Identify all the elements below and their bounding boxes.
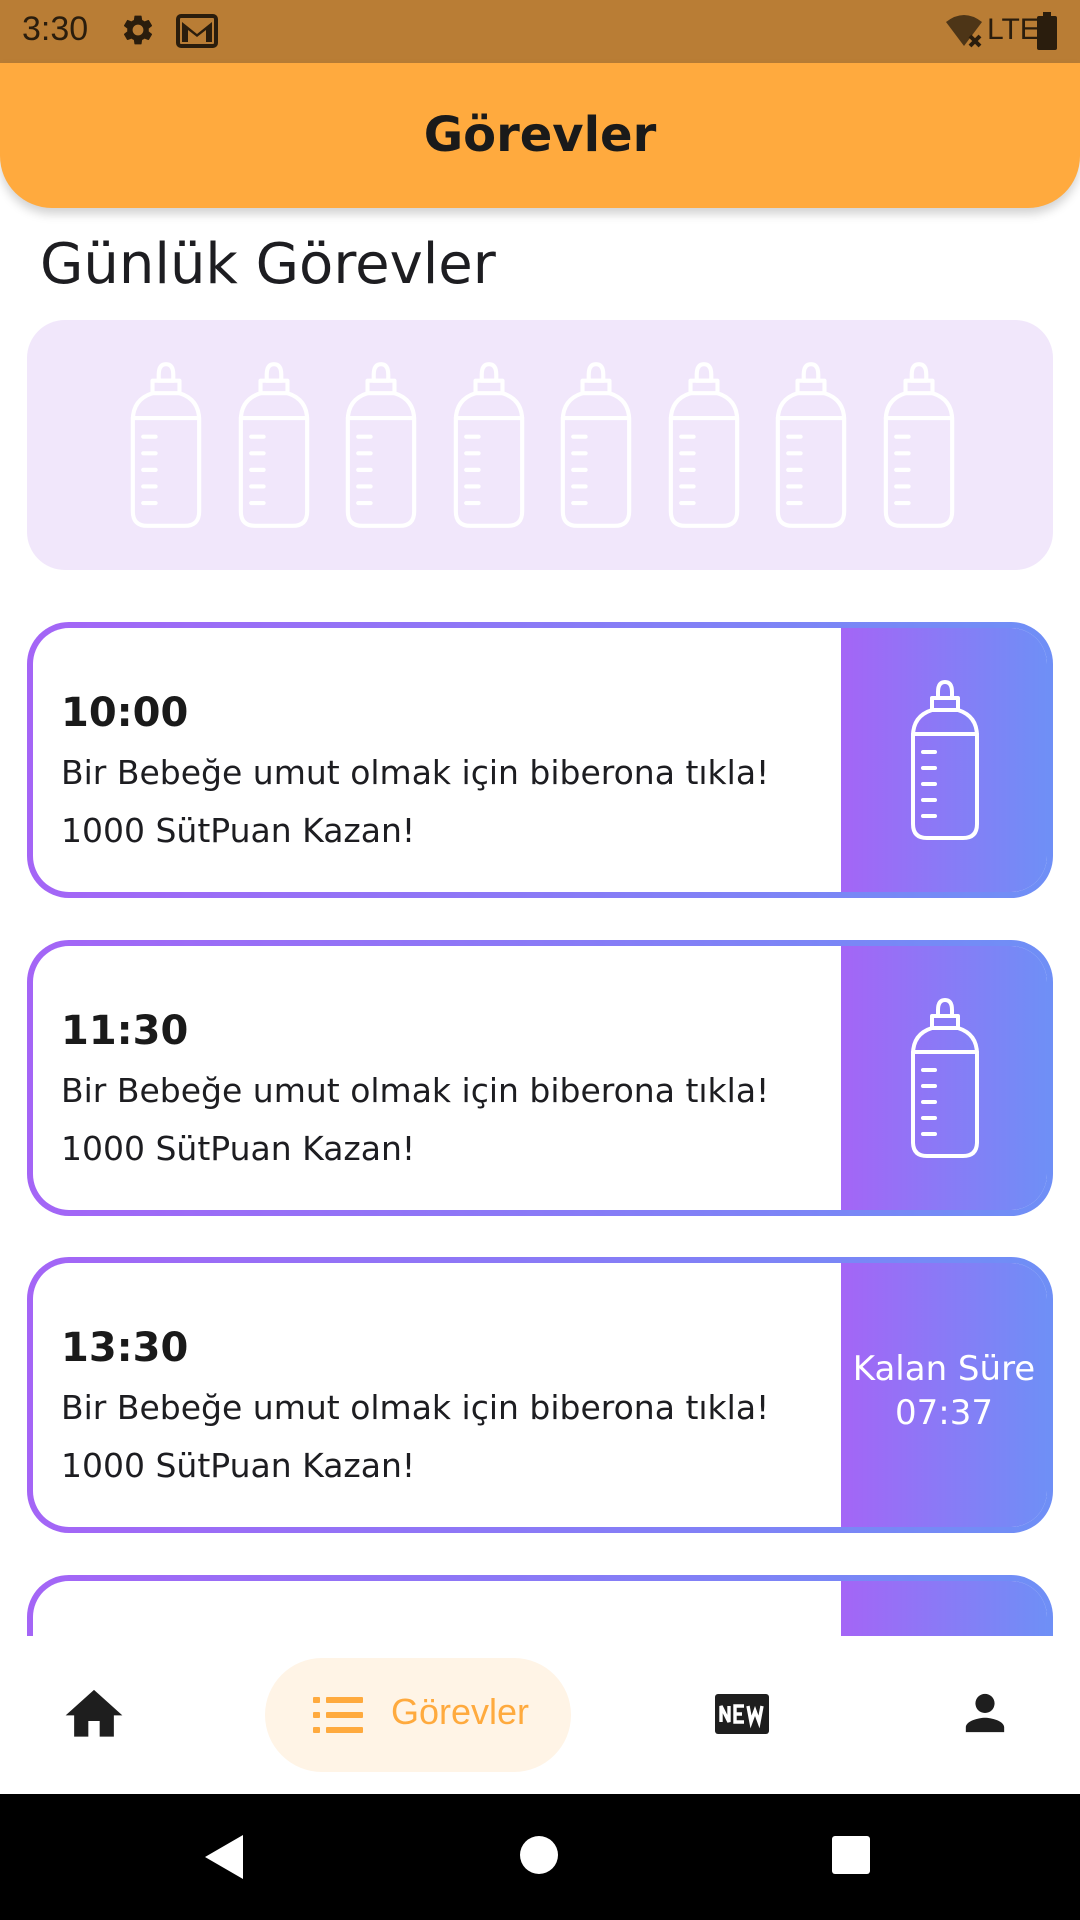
battery-icon — [1037, 12, 1057, 50]
task-time: 10:00 — [61, 690, 189, 736]
status-bar: 3:30 LTE — [0, 0, 1080, 63]
system-navigation-bar — [0, 1794, 1080, 1920]
daily-progress-bottles — [27, 320, 1053, 570]
bottle-action-button[interactable] — [841, 628, 1047, 892]
wifi-off-icon — [946, 15, 982, 48]
progress-bottle-icon — [130, 362, 202, 528]
nav-new[interactable] — [712, 1636, 772, 1794]
nav-profile[interactable] — [958, 1636, 1014, 1794]
task-description: Bir Bebeğe umut olmak için biberona tıkl… — [61, 1071, 770, 1110]
task-time: 11:30 — [61, 1008, 189, 1054]
countdown-label: Kalan Süre — [852, 1349, 1036, 1389]
bottom-navigation: Görevler — [0, 1636, 1080, 1794]
status-time: 3:30 — [22, 10, 89, 48]
system-recents-button[interactable] — [828, 1794, 874, 1920]
home-circle-icon — [520, 1836, 558, 1874]
back-icon — [205, 1835, 243, 1879]
progress-bottle-icon — [453, 362, 524, 528]
task-reward: 1000 SütPuan Kazan! — [61, 1446, 416, 1485]
task-card[interactable]: 10:00 Bir Bebeğe umut olmak için biberon… — [27, 622, 1053, 898]
new-badge-icon — [715, 1694, 769, 1734]
nav-home[interactable] — [55, 1636, 135, 1794]
baby-bottle-icon — [911, 998, 979, 1158]
bottle-action-button[interactable] — [841, 946, 1047, 1210]
network-indicator: LTE — [987, 13, 1040, 46]
progress-bottle-icon — [775, 362, 847, 528]
countdown-value: 07:37 — [895, 1393, 993, 1433]
home-icon — [65, 1689, 123, 1737]
mail-icon — [176, 14, 218, 48]
section-title: Günlük Görevler — [40, 232, 496, 297]
countdown-panel: Kalan Süre 07:37 — [841, 1263, 1047, 1527]
progress-bottle-icon — [883, 362, 954, 528]
task-card[interactable]: 13:30 Bir Bebeğe umut olmak için biberon… — [27, 1257, 1053, 1533]
task-description: Bir Bebeğe umut olmak için biberona tıkl… — [61, 1388, 770, 1427]
progress-bottle-icon — [345, 362, 417, 528]
list-icon — [313, 1697, 363, 1733]
task-time: 13:30 — [61, 1325, 189, 1371]
page-title: Görevler — [423, 107, 657, 163]
progress-bottle-icon — [560, 362, 632, 528]
app-bar: Görevler — [0, 63, 1080, 208]
nav-tasks-label: Görevler — [391, 1691, 530, 1732]
gear-icon — [123, 15, 153, 45]
progress-bottle-icon — [238, 362, 309, 528]
task-description: Bir Bebeğe umut olmak için biberona tıkl… — [61, 753, 770, 792]
task-card[interactable]: 11:30 Bir Bebeğe umut olmak için biberon… — [27, 940, 1053, 1216]
system-back-button[interactable] — [200, 1794, 250, 1920]
task-reward: 1000 SütPuan Kazan! — [61, 811, 416, 850]
system-home-button[interactable] — [516, 1794, 562, 1920]
person-icon — [965, 1693, 1005, 1733]
baby-bottle-icon — [911, 680, 979, 840]
progress-bottle-icon — [668, 362, 739, 528]
recents-icon — [832, 1836, 870, 1874]
nav-tasks[interactable]: Görevler — [265, 1658, 571, 1772]
task-reward: 1000 SütPuan Kazan! — [61, 1129, 416, 1168]
